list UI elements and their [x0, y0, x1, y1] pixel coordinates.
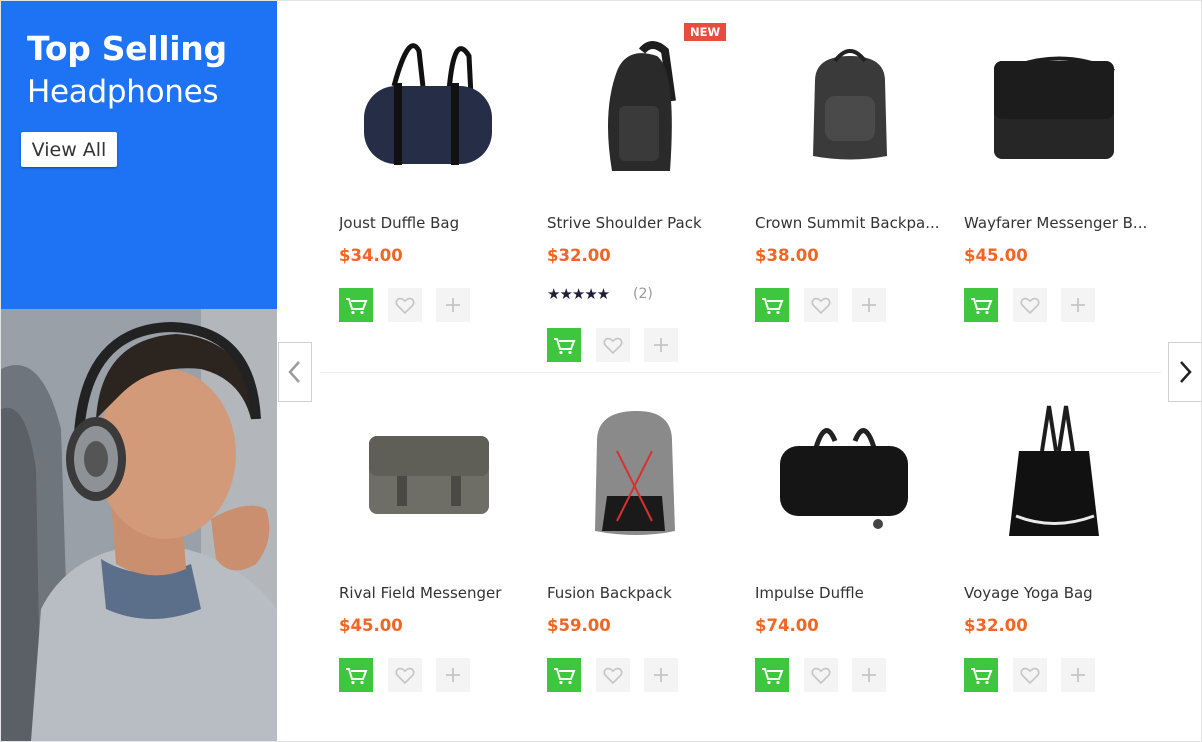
add-to-cart-button[interactable] — [755, 288, 789, 322]
product-card[interactable]: Crown Summit Backpa... $38.00 — [755, 11, 955, 341]
rolling-duffle-icon — [780, 428, 908, 529]
messenger-bag-icon — [369, 436, 489, 514]
add-to-cart-button[interactable] — [755, 658, 789, 692]
product-name[interactable]: Impulse Duffle — [755, 584, 955, 602]
heart-icon — [395, 667, 415, 685]
product-price: $38.00 — [755, 246, 819, 265]
product-name[interactable]: Fusion Backpack — [547, 584, 747, 602]
product-price: $45.00 — [964, 246, 1028, 265]
plus-icon — [446, 298, 460, 312]
plus-icon — [862, 668, 876, 682]
add-to-cart-button[interactable] — [547, 658, 581, 692]
product-name[interactable]: Joust Duffle Bag — [339, 214, 539, 232]
product-name[interactable]: Strive Shoulder Pack — [547, 214, 747, 232]
add-to-compare-button[interactable] — [852, 288, 886, 322]
product-price: $74.00 — [755, 616, 819, 635]
add-to-compare-button[interactable] — [644, 658, 678, 692]
promo-banner-panel: Top Selling Headphones View All — [1, 1, 277, 309]
heart-icon — [395, 297, 415, 315]
product-card[interactable]: Rival Field Messenger $45.00 — [339, 381, 539, 711]
duffle-bag-icon — [364, 43, 492, 165]
cart-icon — [346, 668, 368, 685]
add-to-wishlist-button[interactable] — [1013, 288, 1047, 322]
add-to-wishlist-button[interactable] — [804, 288, 838, 322]
row-divider — [321, 372, 1161, 373]
add-to-compare-button[interactable] — [852, 658, 886, 692]
product-price: $34.00 — [339, 246, 403, 265]
heart-icon — [603, 667, 623, 685]
tote-bag-icon — [1009, 405, 1099, 536]
plus-icon — [862, 298, 876, 312]
banner-title: Top Selling — [27, 29, 227, 68]
product-name[interactable]: Wayfarer Messenger B... — [964, 214, 1164, 232]
chevron-left-icon — [288, 361, 300, 383]
product-card[interactable]: Joust Duffle Bag $34.00 — [339, 11, 539, 341]
cart-icon — [971, 298, 993, 315]
rating-stars: ★★★★★ — [547, 285, 610, 303]
messenger-bag-icon — [994, 56, 1115, 159]
product-price: $32.00 — [547, 246, 611, 265]
cart-icon — [971, 668, 993, 685]
heart-icon — [1020, 667, 1040, 685]
product-card[interactable]: Wayfarer Messenger B... $45.00 — [964, 11, 1164, 341]
plus-icon — [1071, 668, 1085, 682]
heart-icon — [603, 337, 623, 355]
cart-icon — [554, 668, 576, 685]
add-to-compare-button[interactable] — [1061, 658, 1095, 692]
add-to-wishlist-button[interactable] — [596, 328, 630, 362]
add-to-cart-button[interactable] — [339, 288, 373, 322]
add-to-cart-button[interactable] — [964, 288, 998, 322]
carousel-next-button[interactable] — [1168, 342, 1201, 402]
heart-icon — [1020, 297, 1040, 315]
add-to-wishlist-button[interactable] — [596, 658, 630, 692]
review-count[interactable]: (2) — [633, 286, 653, 302]
add-to-compare-button[interactable] — [1061, 288, 1095, 322]
add-to-cart-button[interactable] — [964, 658, 998, 692]
heart-icon — [811, 667, 831, 685]
product-price: $32.00 — [964, 616, 1028, 635]
add-to-wishlist-button[interactable] — [1013, 658, 1047, 692]
carousel-prev-button[interactable] — [278, 342, 312, 402]
add-to-cart-button[interactable] — [339, 658, 373, 692]
chevron-right-icon — [1180, 361, 1192, 383]
view-all-button[interactable]: View All — [21, 132, 117, 167]
product-card[interactable]: Voyage Yoga Bag $32.00 — [964, 381, 1164, 711]
add-to-wishlist-button[interactable] — [388, 658, 422, 692]
cart-icon — [554, 338, 576, 355]
promo-banner: Top Selling Headphones View All — [1, 1, 277, 741]
product-price: $45.00 — [339, 616, 403, 635]
add-to-compare-button[interactable] — [436, 658, 470, 692]
heart-icon — [811, 297, 831, 315]
banner-photo-man-with-headphones — [1, 309, 277, 741]
product-name[interactable]: Rival Field Messenger — [339, 584, 539, 602]
plus-icon — [1071, 298, 1085, 312]
plus-icon — [654, 668, 668, 682]
product-price: $59.00 — [547, 616, 611, 635]
cart-icon — [762, 298, 784, 315]
product-name[interactable]: Crown Summit Backpa... — [755, 214, 955, 232]
cart-icon — [346, 298, 368, 315]
add-to-wishlist-button[interactable] — [388, 288, 422, 322]
product-card[interactable]: Fusion Backpack $59.00 — [547, 381, 747, 711]
product-card[interactable]: Impulse Duffle $74.00 — [755, 381, 955, 711]
cart-icon — [762, 668, 784, 685]
add-to-wishlist-button[interactable] — [804, 658, 838, 692]
backpack-icon — [595, 411, 675, 535]
add-to-compare-button[interactable] — [644, 328, 678, 362]
shoulder-pack-icon — [608, 41, 676, 172]
add-to-compare-button[interactable] — [436, 288, 470, 322]
plus-icon — [654, 338, 668, 352]
add-to-cart-button[interactable] — [547, 328, 581, 362]
product-name[interactable]: Voyage Yoga Bag — [964, 584, 1164, 602]
product-card[interactable]: NEW Strive Shoulder Pack $32.00 ★★★★★ (2… — [547, 11, 747, 362]
product-widget: Top Selling Headphones View All Joust Du… — [0, 0, 1202, 742]
plus-icon — [446, 668, 460, 682]
backpack-icon — [813, 49, 887, 160]
banner-subtitle: Headphones — [27, 74, 219, 110]
